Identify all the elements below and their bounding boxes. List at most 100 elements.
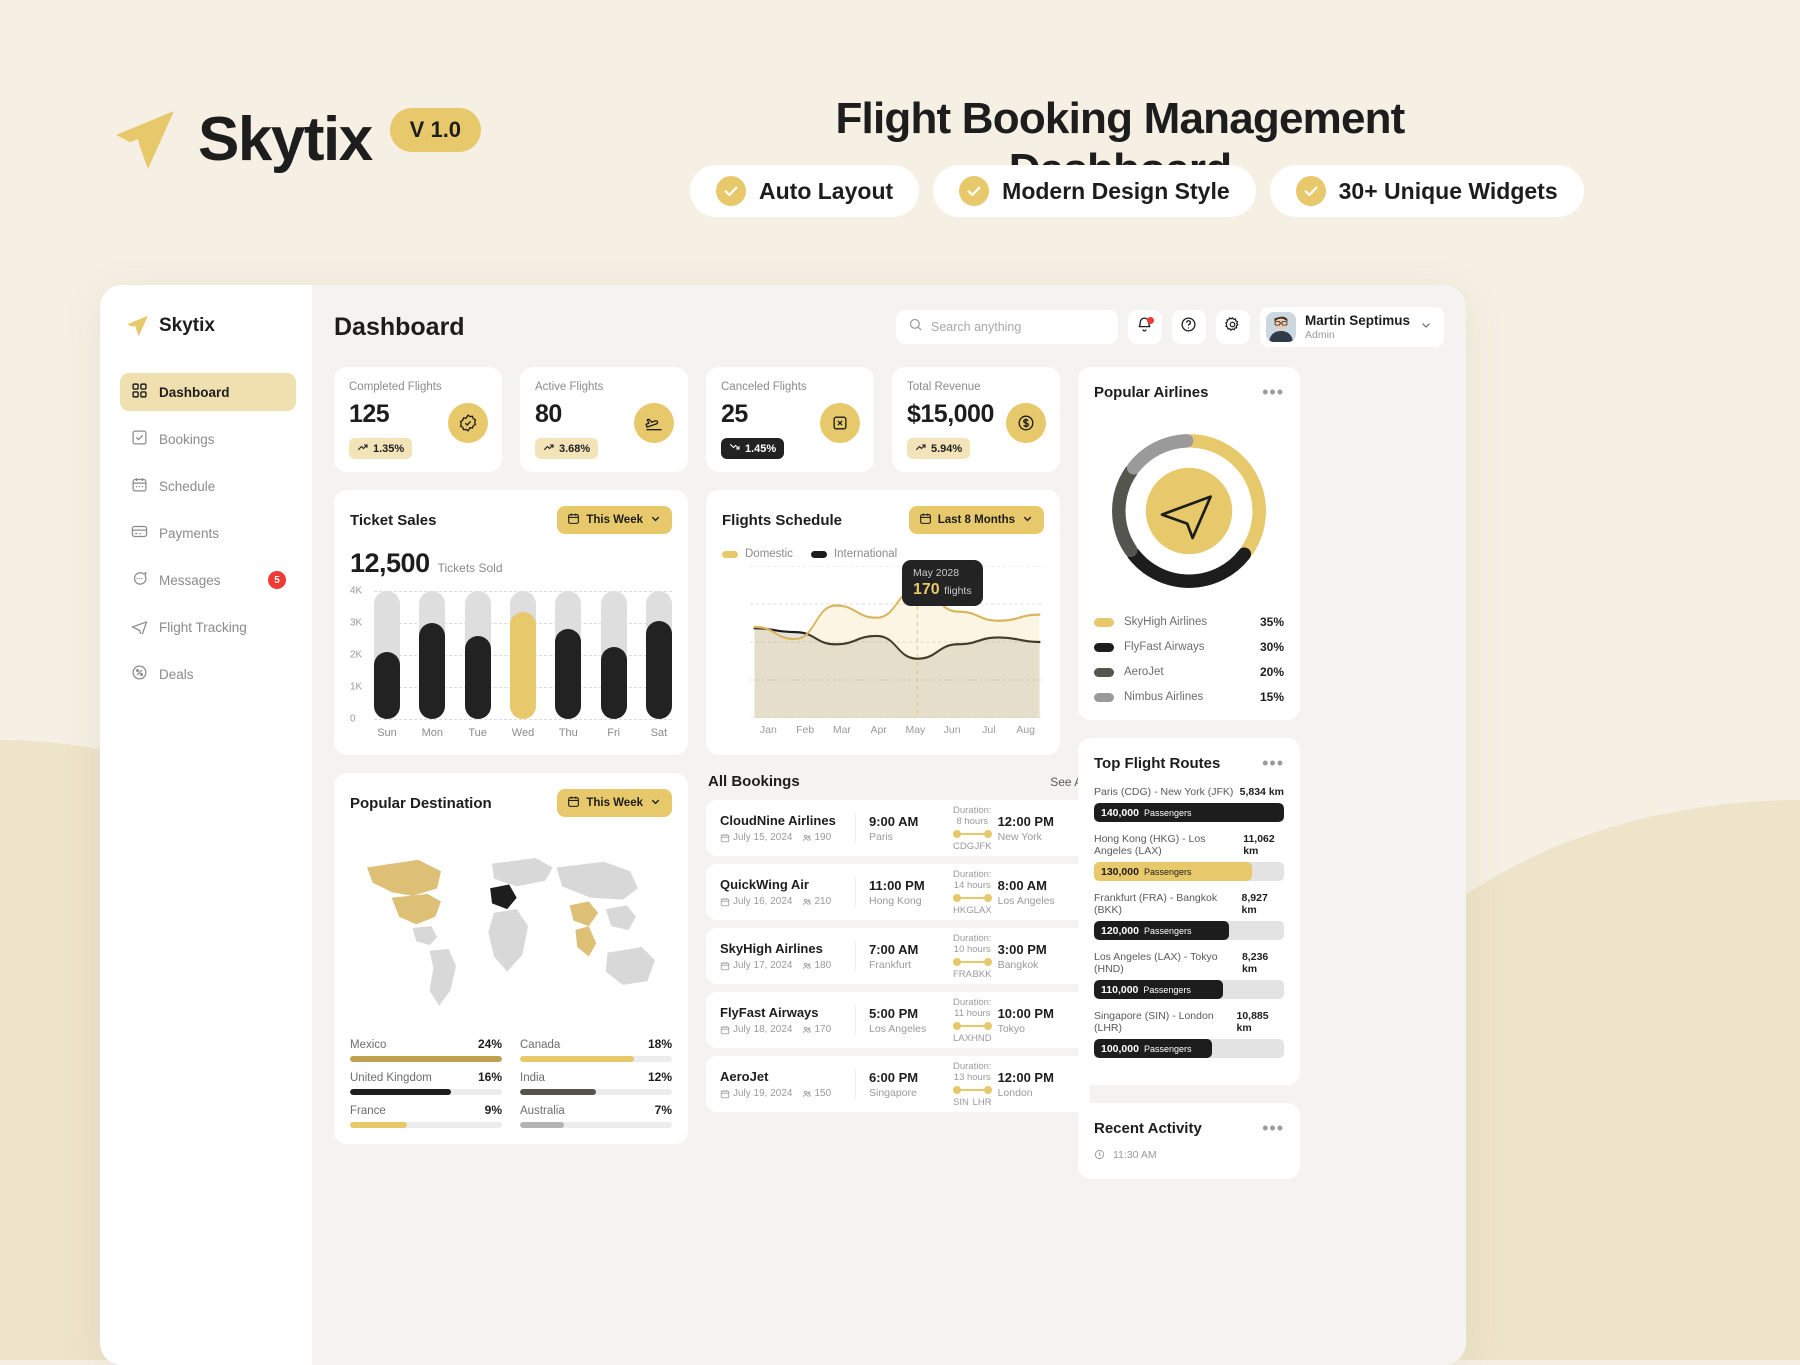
booking-row[interactable]: CloudNine Airlines July 15, 2024 190 9:00 A…	[706, 800, 1090, 856]
recent-activity-title: Recent Activity	[1094, 1119, 1202, 1137]
duration-end-dot	[983, 1085, 992, 1094]
destination-fill	[350, 1089, 452, 1095]
legend-swatch	[810, 550, 827, 558]
route-fill: 140,000 Passengers	[1094, 803, 1284, 822]
clock-icon	[1094, 1149, 1105, 1163]
user-menu[interactable]: Martin Septimus Admin	[1259, 307, 1444, 347]
sidebar-item-bookings[interactable]: Bookings	[120, 420, 296, 458]
route-header: Singapore (SIN) - London (LHR) 10,885 km	[1094, 1010, 1284, 1034]
help-button[interactable]	[1171, 310, 1206, 344]
legend-item-domestic: Domestic	[722, 548, 793, 560]
route-distance: 11,062 km	[1243, 833, 1275, 857]
destination-item: United Kingdom 16%	[350, 1070, 502, 1095]
airline-name: SkyHigh Airlines	[1124, 616, 1208, 628]
airline-name: FlyFast Airways	[1124, 641, 1205, 653]
takeoff-icon	[634, 403, 674, 443]
booking-duration: Duration: 10 hours FRA BKK	[947, 933, 998, 980]
top-flight-routes-list: Paris (CDG) - New York (JFK) 5,834 km 140,…	[1094, 786, 1284, 1058]
kpi-card-canceled-flights: Canceled Flights 25 1.45%	[706, 367, 874, 472]
kpi-card-completed-flights: Completed Flights 125 1.35%	[334, 367, 502, 472]
destination-track	[350, 1089, 502, 1095]
sidebar-item-deals[interactable]: Deals	[120, 655, 296, 693]
top-flight-routes-title: Top Flight Routes	[1094, 754, 1221, 772]
destination-fill	[520, 1056, 634, 1062]
ticket-sales-bar-chart: 0 1K 2K 3K 4K	[350, 586, 672, 725]
destination-item: Canada 18%	[520, 1037, 672, 1062]
x-axis-tick: Apr	[870, 724, 887, 736]
booking-departure: 5:00 PM Los Angeles	[869, 1006, 947, 1035]
legend-label: Domestic	[745, 548, 793, 560]
recent-activity-more-button[interactable]: •••	[1262, 1119, 1284, 1137]
search-input[interactable]	[930, 320, 1106, 334]
route-track: 120,000 Passengers	[1094, 921, 1284, 940]
booking-departure-time: 6:00 PM	[869, 1069, 919, 1085]
promo-pill-auto-layout: Auto Layout	[690, 165, 920, 217]
sidebar-item-schedule[interactable]: Schedule	[120, 467, 296, 505]
destination-name: France	[350, 1105, 386, 1117]
booking-airline-name: FlyFast Airways	[720, 1005, 819, 1020]
top-flight-routes-more-button[interactable]: •••	[1262, 754, 1284, 772]
booking-row[interactable]: QuickWing Air July 16, 2024 210 11:00 PM Hon…	[706, 864, 1090, 920]
y-axis-tick: 4K	[350, 585, 363, 597]
donut-segment	[1126, 434, 1194, 475]
sidebar-item-dashboard[interactable]: Dashboard	[120, 373, 296, 411]
sidebar-item-label: Flight Tracking	[159, 619, 247, 635]
chat-icon	[131, 570, 148, 590]
booking-meta: July 16, 2024 210	[720, 896, 842, 907]
ticket-sales-total: 12,500	[350, 548, 430, 578]
booking-row[interactable]: FlyFast Airways July 18, 2024 170 5:00 PM Lo…	[706, 992, 1090, 1048]
x-axis-tick: Jun	[943, 724, 961, 736]
bar-column	[600, 591, 627, 719]
version-badge: V 1.0	[389, 108, 482, 152]
bar-value	[509, 611, 536, 719]
bar-value	[600, 647, 627, 719]
settings-button[interactable]	[1215, 310, 1250, 344]
popular-airlines-header: Popular Airlines •••	[1094, 383, 1284, 401]
destination-name: United Kingdom	[350, 1072, 432, 1084]
destination-name: Australia	[520, 1105, 565, 1117]
messages-badge: 5	[268, 571, 286, 589]
booking-meta: July 15, 2024 190	[720, 832, 842, 843]
check-icon	[1295, 176, 1326, 206]
booking-airline: QuickWing Air July 16, 2024 210	[720, 877, 842, 907]
popular-airlines-donut-chart	[1094, 415, 1284, 615]
booking-row[interactable]: AeroJet July 19, 2024 150 6:00 PM Singapore D…	[706, 1056, 1090, 1112]
flights-schedule-range-selector[interactable]: Last 8 Months	[908, 506, 1044, 534]
airline-legend-row: Nimbus Airlines 15%	[1094, 690, 1284, 704]
sidebar-item-messages[interactable]: Messages 5	[120, 561, 296, 599]
booking-arrival-code: HND	[970, 1032, 992, 1044]
route-header: Hong Kong (HKG) - Los Angeles (LAX) 11,06…	[1094, 833, 1284, 857]
booking-airline-name: CloudNine Airlines	[720, 813, 836, 828]
trend-up-icon	[915, 441, 927, 456]
sidebar-item-flight-tracking[interactable]: Flight Tracking	[120, 608, 296, 646]
donut-segment	[1112, 464, 1138, 558]
bar-value	[419, 623, 446, 719]
ticket-sales-summary: 12,500 Tickets Sold	[350, 548, 672, 579]
popular-destination-card: Popular Destination This Week Mexico 24%…	[334, 773, 688, 1144]
popular-airlines-more-button[interactable]: •••	[1262, 383, 1284, 401]
airline-percent: 20%	[1259, 665, 1284, 679]
kpi-label: Canceled Flights	[721, 381, 807, 393]
booking-row[interactable]: SkyHigh Airlines July 17, 2024 180 7:00 AM F…	[706, 928, 1090, 984]
sidebar-brand[interactable]: Skytix	[120, 315, 296, 337]
search-box[interactable]	[895, 310, 1118, 344]
x-axis-tick: Wed	[511, 727, 535, 739]
route-fill: 120,000 Passengers	[1094, 921, 1229, 940]
sidebar-item-payments[interactable]: Payments	[120, 514, 296, 552]
x-axis-tick: Mon	[421, 727, 444, 739]
booking-airline-name: AeroJet	[720, 1069, 769, 1084]
destination-header: Australia 7%	[520, 1103, 672, 1117]
ticket-sales-range-selector[interactable]: This Week	[557, 506, 672, 534]
booking-duration-label: Duration: 13 hours	[953, 1060, 992, 1083]
notifications-button[interactable]	[1127, 310, 1162, 344]
booking-arrival: 10:00 PM Tokyo	[998, 1006, 1076, 1035]
duration-start-dot	[953, 893, 961, 902]
booking-duration-line	[953, 893, 992, 902]
route-item: Hong Kong (HKG) - Los Angeles (LAX) 11,06…	[1094, 833, 1284, 881]
legend-label: International	[833, 548, 898, 560]
popular-destination-range-selector[interactable]: This Week	[557, 789, 672, 817]
donut-segment	[1126, 547, 1252, 588]
grid-icon	[131, 382, 148, 402]
ticket-sales-range-label: This Week	[586, 514, 643, 526]
booking-arrival-code: LAX	[973, 904, 992, 916]
